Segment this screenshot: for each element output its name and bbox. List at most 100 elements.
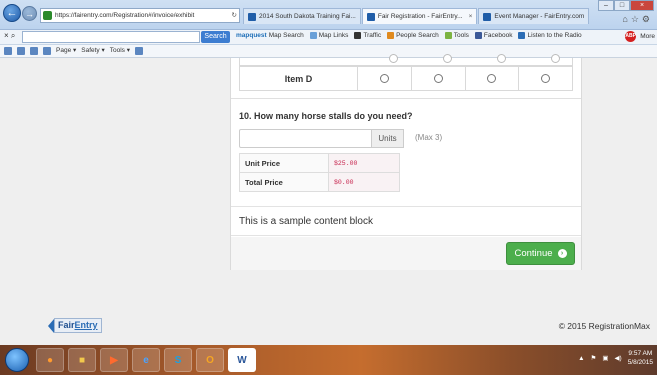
survey-grid: Item D [231, 54, 581, 99]
total-price-value: $0.00 [328, 172, 400, 192]
logo-text-fair: Fair [58, 320, 75, 330]
clock-date: 5/8/2015 [627, 359, 653, 366]
address-bar[interactable]: https://fairentry.com/Registration#/invo… [40, 8, 240, 23]
arrow-right-icon: › [557, 249, 567, 258]
item-label: Item D [240, 67, 358, 90]
option-cell [412, 67, 466, 90]
stalls-quantity-input[interactable] [239, 129, 372, 148]
radio-option-2[interactable] [433, 74, 443, 83]
maximize-button[interactable]: □ [614, 0, 630, 11]
logo-text-entry: Entry [74, 320, 98, 330]
page-content: Item D 10. How many horse stalls do you … [0, 54, 657, 345]
registration-card: Item D 10. How many horse stalls do you … [230, 54, 582, 270]
tab-training-fair[interactable]: 2014 South Dakota Training Fai... [243, 8, 361, 24]
adblock-icon[interactable]: ABP [625, 31, 637, 42]
continue-label: Continue [514, 248, 553, 259]
traffic-icon [354, 32, 362, 39]
system-tray: ▲ ⚑ ▣ ◀) 9:57 AM 5/8/2015 [578, 349, 653, 367]
link-tools[interactable]: Tools [444, 32, 469, 39]
media-player-icon[interactable]: ▶ [100, 348, 128, 372]
radio-option-3[interactable] [487, 74, 497, 83]
favicon-icon [483, 12, 492, 21]
sample-content-block: This is a sample content block [231, 206, 581, 236]
mail-icon[interactable] [30, 47, 38, 55]
refresh-icon[interactable]: ↻ [232, 9, 237, 22]
home-star-gear-icons[interactable]: ⌂☆⚙ [622, 14, 653, 25]
close-icon[interactable]: × ⌕ [4, 31, 15, 41]
feeds-icon[interactable] [17, 47, 25, 55]
facebook-icon [474, 32, 482, 39]
fairentry-logo[interactable]: FairEntry [48, 318, 102, 333]
lock-icon [43, 11, 52, 20]
ghost-radio-row [366, 54, 582, 63]
price-table: Unit Price $25.00 Total Price $0.00 [239, 153, 400, 192]
flag-icon[interactable]: ⚑ [591, 354, 597, 362]
radio-option[interactable] [388, 54, 398, 63]
taskbar-items: ● ■ ▶ e S O W [36, 348, 256, 372]
stalls-input-group: Units [239, 129, 404, 148]
show-hidden-icons-icon[interactable]: ▲ [578, 355, 584, 362]
survey-row-item-d: Item D [239, 66, 573, 91]
firefox-icon[interactable]: ● [36, 348, 64, 372]
radio-option-4[interactable] [541, 74, 551, 83]
survey-row-partial [239, 54, 573, 66]
option-cell [358, 67, 412, 90]
file-explorer-icon[interactable]: ■ [68, 348, 96, 372]
browser-titlebar: ← → https://fairentry.com/Registration#/… [0, 0, 657, 30]
tools-icon [444, 32, 452, 39]
tools-menu[interactable]: Tools ▾ [110, 45, 130, 57]
window-controls: – □ × [598, 0, 654, 11]
link-map-search[interactable]: mapquest Map Search [236, 32, 304, 39]
skype-icon[interactable]: S [164, 348, 192, 372]
favicon-icon [366, 12, 375, 21]
units-addon: Units [372, 129, 404, 148]
radio-option[interactable] [550, 54, 560, 63]
logo-text: FairEntry [54, 318, 102, 333]
help-icon[interactable] [135, 47, 143, 55]
safety-menu[interactable]: Safety ▾ [81, 45, 105, 57]
unit-price-value: $25.00 [328, 153, 400, 173]
volume-icon[interactable]: ◀) [615, 354, 622, 362]
word-icon[interactable]: W [228, 348, 256, 372]
print-icon[interactable] [43, 47, 51, 55]
option-cell [466, 67, 520, 90]
search-toolbar: × ⌕ Search mapquest Map Search Map Links … [0, 30, 657, 45]
home-icon[interactable] [4, 47, 12, 55]
tab-label: Fair Registration - FairEntry... [377, 12, 463, 20]
link-facebook[interactable]: Facebook [474, 32, 512, 39]
tab-fair-registration[interactable]: Fair Registration - FairEntry... × [361, 8, 478, 24]
people-search-icon [387, 32, 395, 39]
forward-button[interactable]: → [22, 6, 37, 21]
more-link[interactable]: More [640, 33, 655, 40]
internet-explorer-icon[interactable]: e [132, 348, 160, 372]
link-traffic[interactable]: Traffic [354, 32, 381, 39]
windows-taskbar: ● ■ ▶ e S O W ▲ ⚑ ▣ ◀) 9:57 AM 5/8/2015 [0, 345, 657, 375]
radio-option[interactable] [442, 54, 452, 63]
map-icon [309, 32, 317, 39]
total-price-label: Total Price [239, 172, 329, 192]
tab-event-manager[interactable]: Event Manager - FairEntry.com [478, 8, 590, 24]
minimize-button[interactable]: – [598, 0, 614, 11]
back-button[interactable]: ← [3, 4, 21, 22]
page-menu[interactable]: Page ▾ [56, 45, 76, 57]
link-people-search[interactable]: People Search [387, 32, 439, 39]
address-url: https://fairentry.com/Registration#/invo… [55, 12, 195, 19]
link-radio[interactable]: Listen to the Radio [518, 32, 582, 39]
link-map-links[interactable]: Map Links [309, 32, 348, 39]
network-icon[interactable]: ▣ [602, 354, 608, 362]
option-cell [519, 67, 572, 90]
toolbar-search-button[interactable]: Search [201, 31, 230, 43]
outlook-icon[interactable]: O [196, 348, 224, 372]
table-row: Total Price $0.00 [239, 172, 400, 192]
start-button[interactable] [5, 348, 29, 372]
tab-label: Event Manager - FairEntry.com [494, 12, 585, 20]
toolbar-right: ABP More [625, 31, 655, 42]
continue-button[interactable]: Continue › [506, 242, 575, 265]
toolbar-search-input[interactable] [22, 31, 200, 43]
toolbar-links: mapquest Map Search Map Links Traffic Peo… [236, 32, 582, 39]
close-tab-icon[interactable]: × [469, 9, 473, 24]
close-window-button[interactable]: × [630, 0, 654, 11]
radio-option[interactable] [496, 54, 506, 63]
clock[interactable]: 9:57 AM 5/8/2015 [628, 349, 653, 367]
radio-option-1[interactable] [379, 74, 389, 83]
